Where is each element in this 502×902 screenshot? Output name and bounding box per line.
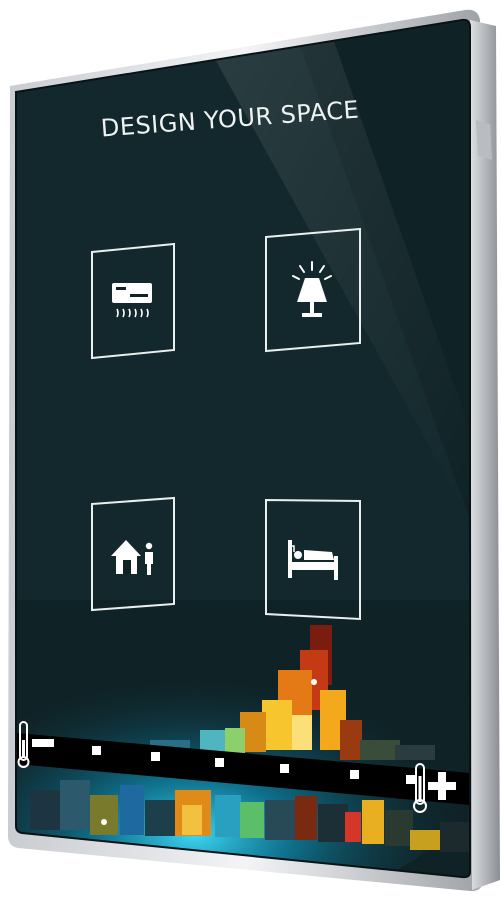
- presence-button-hitarea[interactable]: [92, 499, 174, 609]
- increase-hitarea[interactable]: [424, 770, 460, 802]
- thermostat-device: DESIGN YOUR SPACE: [0, 0, 502, 898]
- decrease-hitarea[interactable]: [28, 728, 58, 756]
- climate-button-hitarea[interactable]: [92, 246, 174, 356]
- sleep-button-hitarea[interactable]: [266, 501, 360, 617]
- lighting-button-hitarea[interactable]: [266, 231, 360, 349]
